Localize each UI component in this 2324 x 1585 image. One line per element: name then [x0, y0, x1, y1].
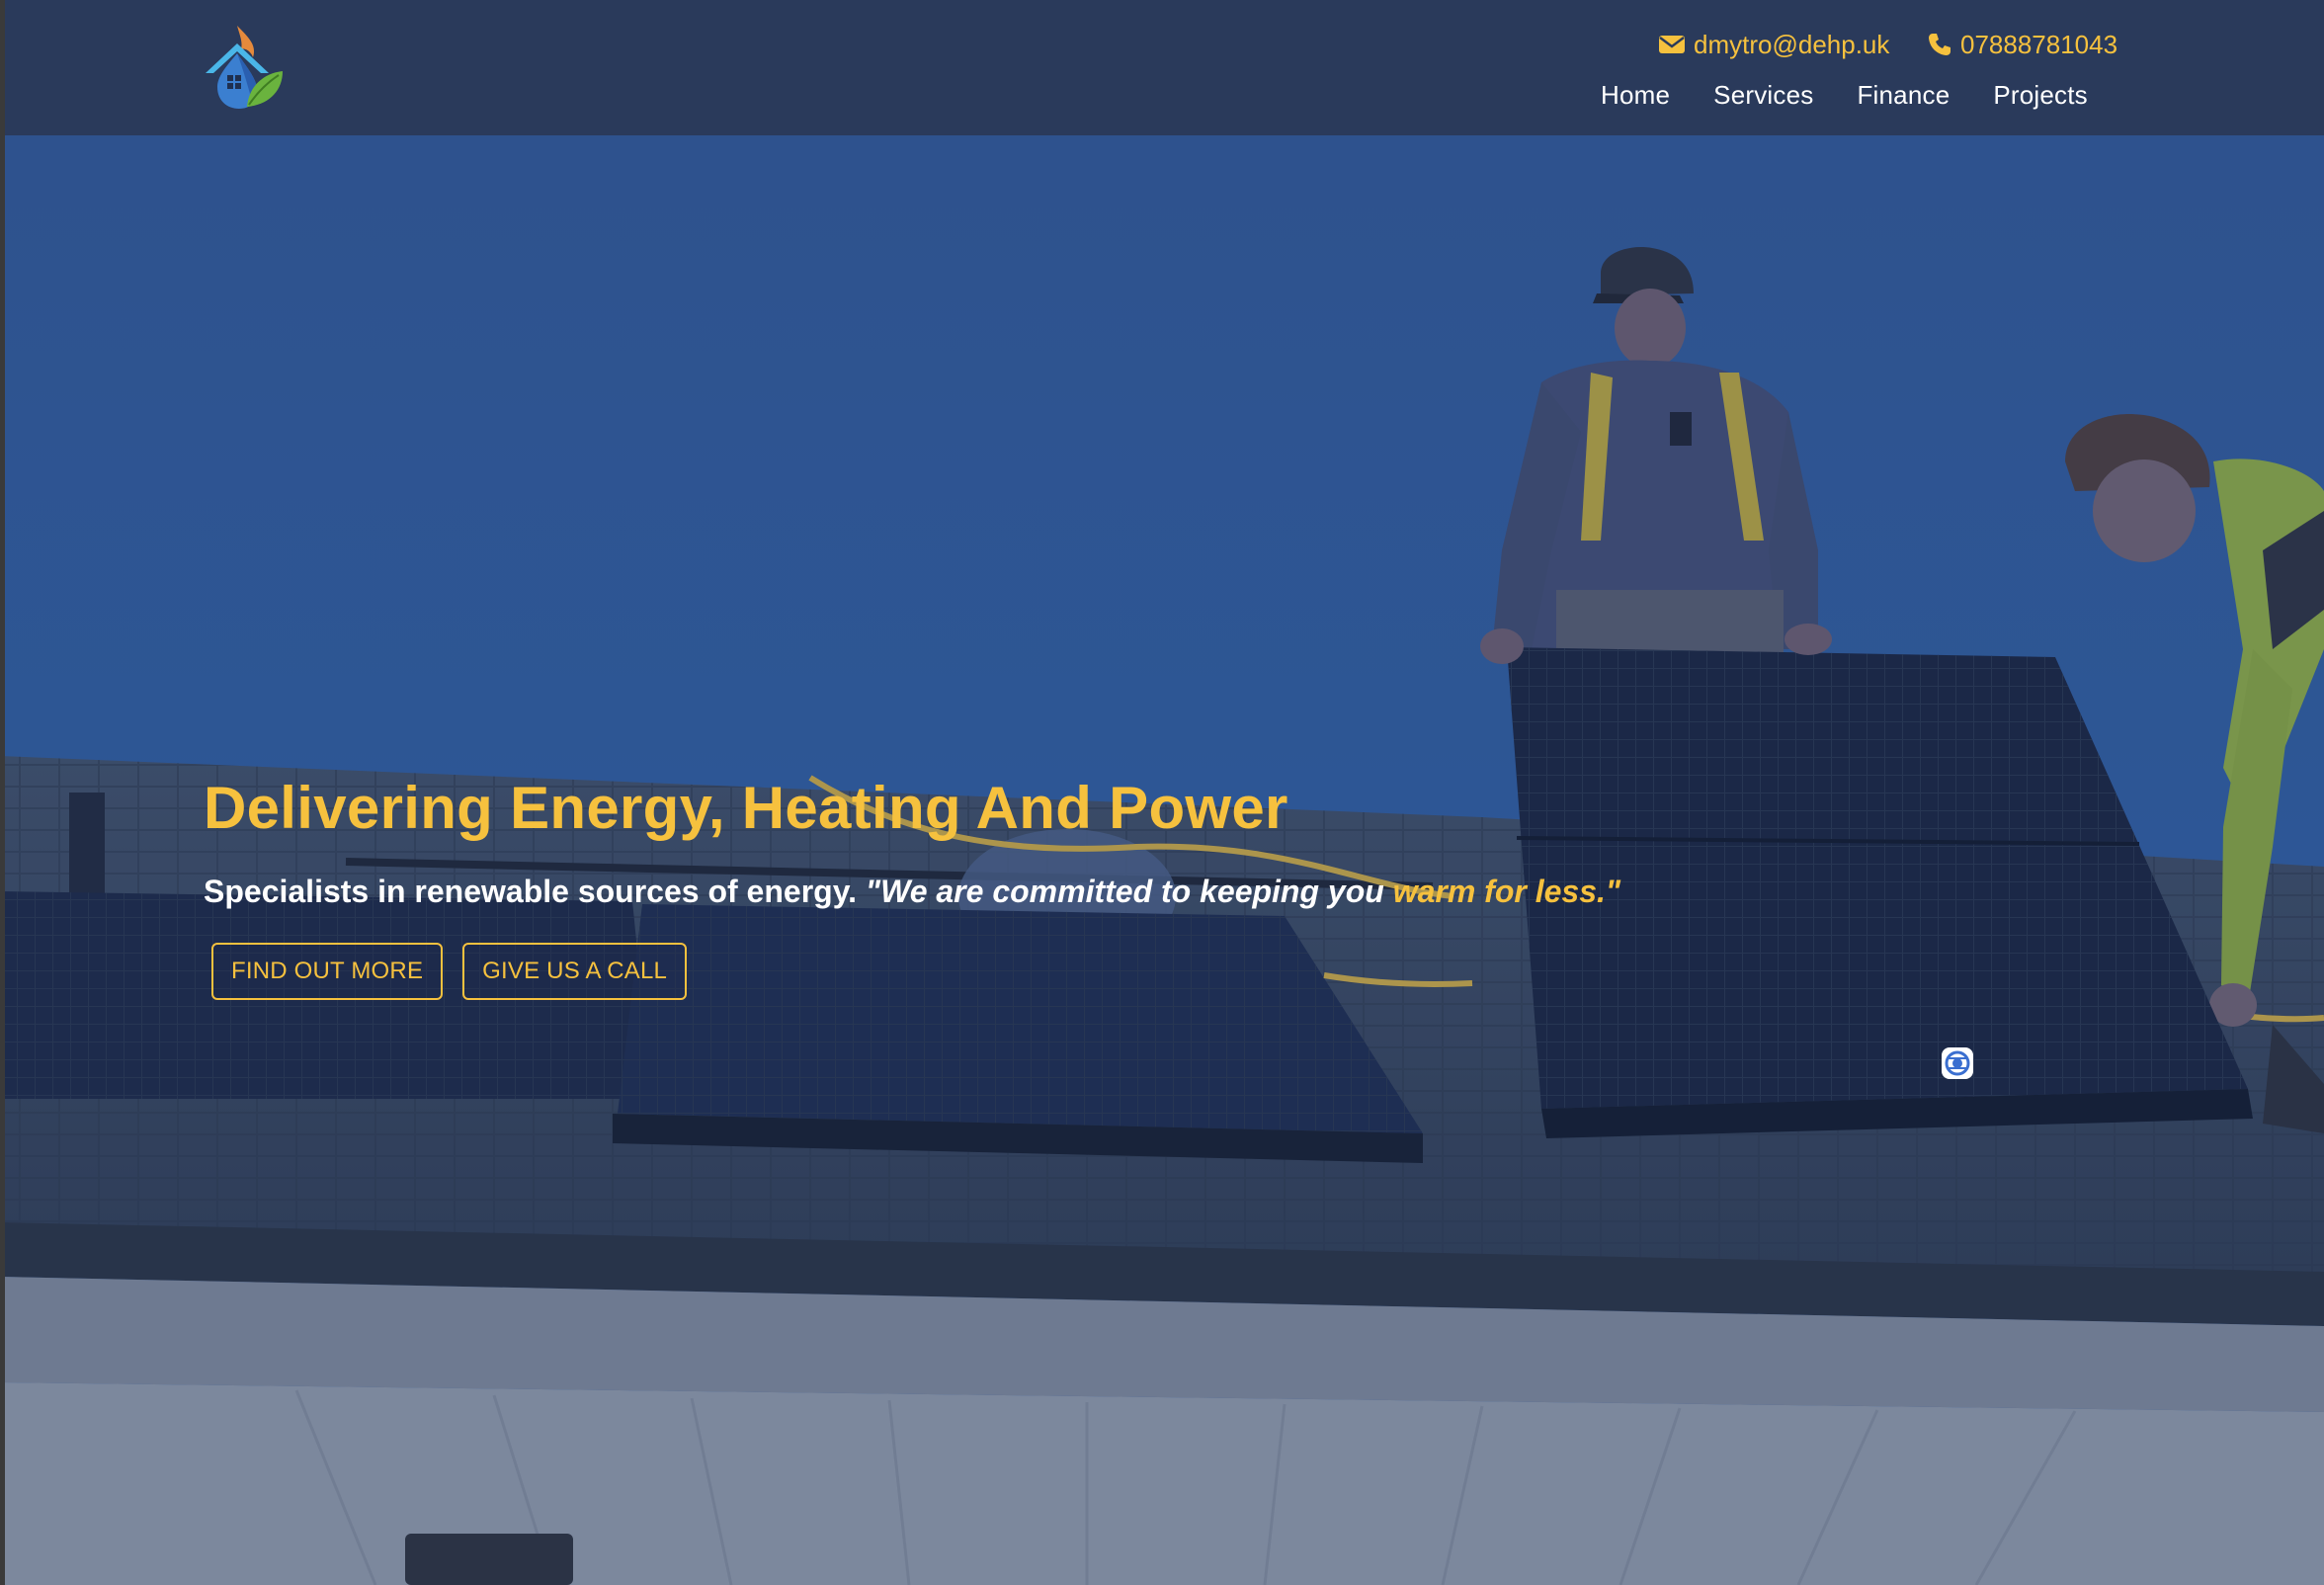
hero-quote: "We are committed to keeping you warm fo… — [866, 874, 1620, 909]
phone-icon — [1929, 34, 1950, 55]
hero-section: Delivering Energy, Heating And Power Spe… — [0, 135, 2324, 1585]
hero-quote-start: "We are committed to keeping you — [865, 874, 1393, 909]
hero-subtitle-text: Specialists in renewable sources of ener… — [204, 874, 857, 909]
phone-text: 07888781043 — [1960, 29, 2118, 59]
hero-quote-highlight: warm for less." — [1392, 874, 1621, 909]
logo-icon — [206, 26, 283, 109]
hero-subtitle: Specialists in renewable sources of ener… — [204, 872, 1686, 913]
window-edge — [0, 0, 5, 1585]
chat-widget-icon[interactable] — [1941, 1046, 1974, 1080]
nav-services[interactable]: Services — [1713, 80, 1813, 111]
site-logo[interactable] — [198, 24, 285, 113]
site-header: dmytro@dehp.uk 07888781043 Home Services… — [0, 0, 2324, 135]
main-nav: Home Services Finance Projects — [1601, 77, 2088, 113]
hero-title: Delivering Energy, Heating And Power — [204, 775, 1288, 841]
hero-content: Delivering Energy, Heating And Power Spe… — [204, 773, 1686, 1000]
find-out-more-button[interactable]: FIND OUT MORE — [211, 942, 444, 1000]
nav-finance[interactable]: Finance — [1857, 80, 1950, 111]
envelope-icon — [1659, 36, 1685, 53]
give-us-a-call-button[interactable]: GIVE US A CALL — [462, 942, 688, 1000]
page: dmytro@dehp.uk 07888781043 Home Services… — [0, 0, 2324, 1585]
email-link[interactable]: dmytro@dehp.uk — [1658, 28, 1889, 61]
nav-home[interactable]: Home — [1601, 80, 1670, 111]
nav-projects[interactable]: Projects — [1993, 80, 2088, 111]
email-text: dmytro@dehp.uk — [1694, 29, 1890, 59]
hero-buttons: FIND OUT MORE GIVE US A CALL — [211, 942, 1686, 1000]
phone-link[interactable]: 07888781043 — [1927, 28, 2117, 61]
